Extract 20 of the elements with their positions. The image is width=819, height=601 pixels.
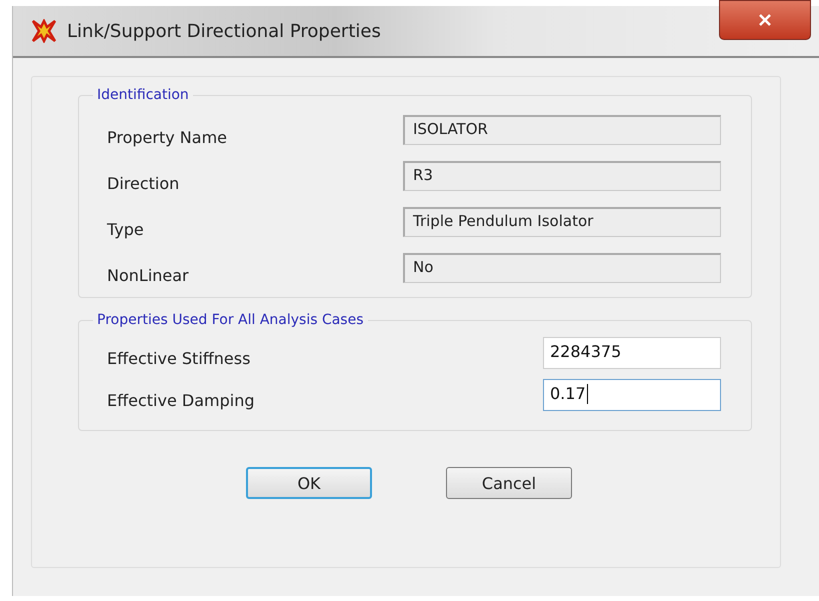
field-label: NonLinear [107,264,189,284]
input-field[interactable]: 2284375 [543,337,721,369]
readonly-field: ISOLATOR [403,115,721,145]
cancel-button[interactable]: Cancel [446,467,572,499]
readonly-field: R3 [403,161,721,191]
readonly-field: No [403,253,721,283]
group-title: Properties Used For All Analysis Cases [96,312,365,328]
ok-button[interactable]: OK [246,467,372,499]
field-label: Type [107,218,144,238]
field-label: Property Name [107,126,227,146]
group-title: Identification [96,87,190,103]
input-field[interactable]: 0.17 [543,379,721,411]
close-icon [758,14,772,26]
field-label: Direction [107,172,180,192]
app-logo-icon [31,19,57,43]
close-button[interactable] [719,0,811,40]
window-title: Link/Support Directional Properties [67,20,381,42]
field-label: Effective Stiffness [107,348,250,368]
readonly-field: Triple Pendulum Isolator [403,207,721,237]
field-label: Effective Damping [107,390,254,410]
